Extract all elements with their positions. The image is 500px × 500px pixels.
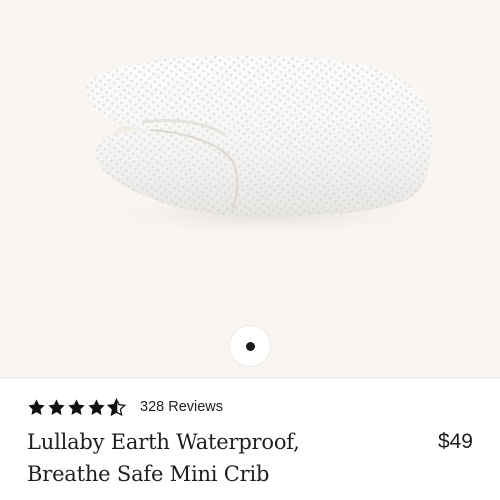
carousel-dot-active[interactable]	[245, 341, 255, 351]
star-icon	[88, 398, 105, 415]
star-icon	[48, 398, 65, 415]
product-image	[75, 55, 455, 237]
rating-row[interactable]: 328 Reviews	[27, 396, 223, 418]
product-title[interactable]: Lullaby Earth Waterproof, Breathe Safe M…	[27, 426, 387, 490]
star-icon	[68, 398, 85, 415]
carousel-indicator[interactable]	[229, 325, 271, 367]
star-icon	[28, 398, 45, 415]
reviews-link[interactable]: 328 Reviews	[140, 399, 223, 415]
product-title-line: Breathe Safe Mini Crib	[27, 462, 270, 486]
product-price: $49	[437, 430, 473, 453]
star-rating	[27, 397, 127, 417]
product-title-line: Lullaby Earth Waterproof,	[27, 430, 300, 454]
star-half-icon	[107, 397, 126, 416]
product-image-area[interactable]	[0, 0, 500, 378]
